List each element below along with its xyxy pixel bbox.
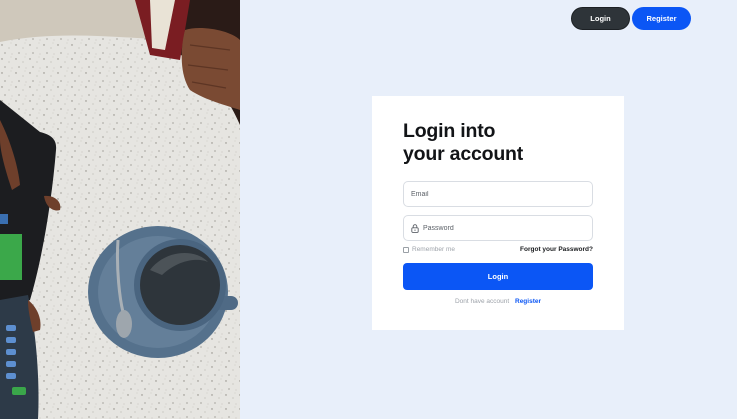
forgot-password-link[interactable]: Forgot your Password? (520, 246, 593, 253)
login-card: Login into your account Remember me Forg… (372, 96, 624, 330)
email-field-wrapper (403, 181, 593, 207)
register-link[interactable]: Register (515, 298, 541, 305)
remember-me[interactable]: Remember me (403, 246, 455, 253)
password-field-wrapper (403, 215, 593, 241)
page-title: Login into your account (403, 120, 593, 166)
signup-row: Dont have account Register (403, 298, 593, 305)
lock-icon (411, 223, 419, 233)
remember-me-label: Remember me (412, 246, 455, 253)
login-submit-button[interactable]: Login (403, 263, 593, 290)
hero-image (0, 0, 240, 419)
nav-register-button[interactable]: Register (632, 7, 691, 30)
nav-login-button[interactable]: Login (571, 7, 630, 30)
title-line-2: your account (403, 143, 524, 165)
options-row: Remember me Forgot your Password? (403, 246, 593, 253)
remember-me-checkbox[interactable] (403, 246, 409, 253)
email-field[interactable] (411, 190, 592, 198)
title-line-1: Login into (403, 120, 496, 142)
password-field[interactable] (423, 224, 592, 232)
hero-illustration (0, 0, 240, 419)
top-nav: Login Register (571, 7, 691, 30)
signup-prompt: Dont have account (454, 298, 510, 305)
